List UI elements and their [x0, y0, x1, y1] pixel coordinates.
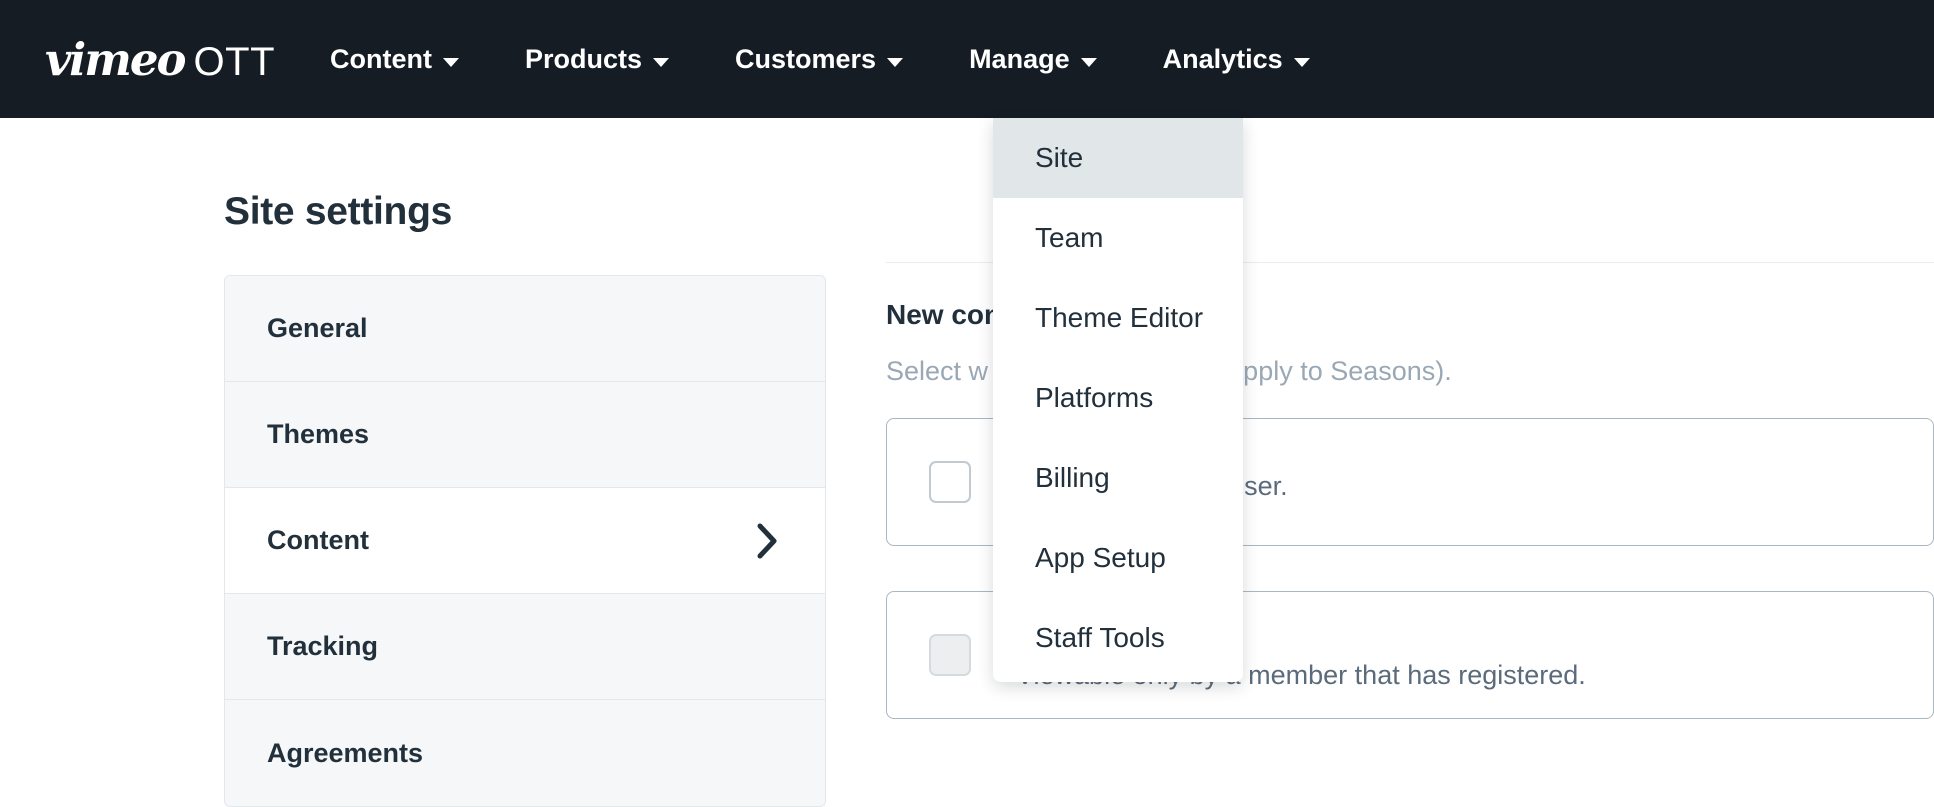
dropdown-item-label: Platforms — [1035, 382, 1153, 414]
chevron-down-icon — [1294, 58, 1310, 67]
manage-dropdown-menu: Site Team Theme Editor Platforms Billing… — [993, 118, 1243, 682]
dropdown-item-platforms[interactable]: Platforms — [993, 358, 1243, 438]
nav-item-manage-label: Manage — [969, 44, 1070, 75]
brand-vimeo-text: vimeo — [45, 37, 185, 82]
sidebar-item-label: Agreements — [267, 738, 423, 769]
sidebar-item-label: General — [267, 313, 368, 344]
option-checkbox[interactable] — [929, 461, 971, 503]
chevron-down-icon — [443, 58, 459, 67]
dropdown-item-team[interactable]: Team — [993, 198, 1243, 278]
chevron-right-icon — [757, 523, 779, 559]
primary-nav-links: Content Products Customers Manage Analyt… — [330, 34, 1310, 85]
brand-ott-text: OTT — [194, 42, 275, 82]
sidebar-item-label: Themes — [267, 419, 369, 450]
page-title: Site settings — [224, 190, 452, 234]
sidebar-item-tracking[interactable]: Tracking — [225, 594, 825, 700]
dropdown-item-label: App Setup — [1035, 542, 1166, 574]
dropdown-item-label: Staff Tools — [1035, 622, 1165, 654]
dropdown-item-label: Site — [1035, 142, 1083, 174]
nav-item-content[interactable]: Content — [330, 34, 459, 85]
settings-sidebar: General Themes Content Tracking Agreemen… — [224, 275, 826, 807]
vimeo-ott-logo[interactable]: vimeo OTT — [45, 37, 275, 82]
dropdown-item-label: Team — [1035, 222, 1103, 254]
dropdown-item-theme-editor[interactable]: Theme Editor — [993, 278, 1243, 358]
top-navigation-bar: vimeo OTT Content Products Customers Man… — [0, 0, 1934, 118]
dropdown-item-label: Theme Editor — [1035, 302, 1203, 334]
dropdown-item-billing[interactable]: Billing — [993, 438, 1243, 518]
chevron-down-icon — [1081, 58, 1097, 67]
nav-item-customers[interactable]: Customers — [735, 34, 903, 85]
chevron-down-icon — [653, 58, 669, 67]
sidebar-item-agreements[interactable]: Agreements — [225, 700, 825, 806]
dropdown-item-site[interactable]: Site — [993, 118, 1243, 198]
sidebar-item-label: Tracking — [267, 631, 378, 662]
nav-item-products[interactable]: Products — [525, 34, 669, 85]
sidebar-item-content[interactable]: Content — [225, 488, 825, 594]
dropdown-item-staff-tools[interactable]: Staff Tools — [993, 598, 1243, 678]
nav-item-analytics-label: Analytics — [1163, 44, 1283, 75]
dropdown-item-app-setup[interactable]: App Setup — [993, 518, 1243, 598]
chevron-down-icon — [887, 58, 903, 67]
sidebar-item-themes[interactable]: Themes — [225, 382, 825, 488]
option-checkbox[interactable] — [929, 634, 971, 676]
section-title: New con — [886, 299, 1001, 331]
page-body: Site settings General Themes Content Tra… — [0, 118, 1934, 754]
nav-item-products-label: Products — [525, 44, 642, 75]
nav-item-manage[interactable]: Manage — [969, 34, 1097, 85]
sidebar-item-general[interactable]: General — [225, 276, 825, 382]
nav-item-analytics[interactable]: Analytics — [1163, 34, 1310, 85]
sidebar-item-label: Content — [267, 525, 369, 556]
nav-item-content-label: Content — [330, 44, 432, 75]
nav-item-customers-label: Customers — [735, 44, 876, 75]
dropdown-item-label: Billing — [1035, 462, 1110, 494]
